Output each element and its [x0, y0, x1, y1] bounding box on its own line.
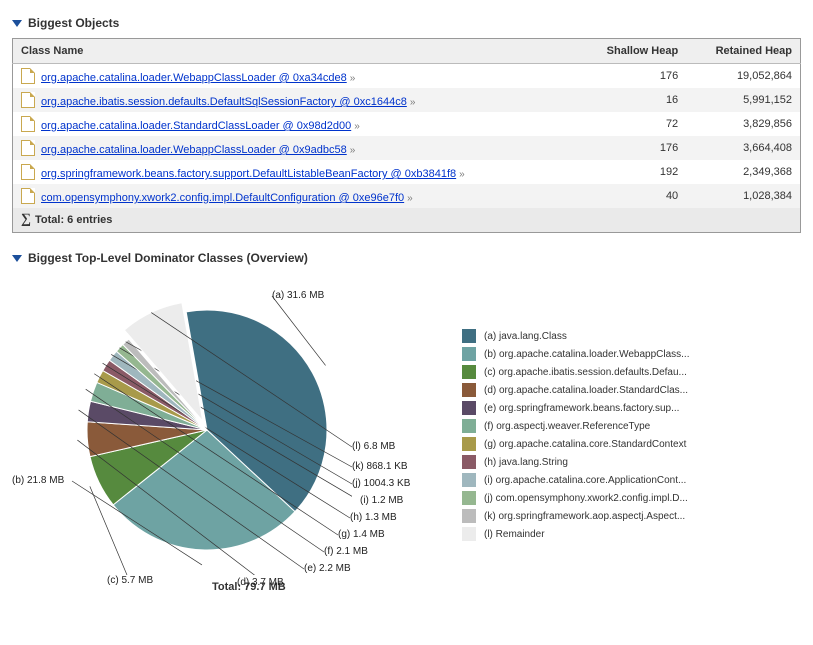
slice-label-b: (b) 21.8 MB	[12, 475, 64, 486]
pie-chart	[62, 285, 352, 575]
table-row: org.apache.catalina.loader.WebappClassLo…	[13, 136, 801, 160]
retained-heap-cell: 19,052,864	[686, 64, 800, 89]
legend-swatch	[462, 455, 476, 469]
expand-icon[interactable]: »	[407, 193, 413, 204]
legend-label: (l) Remainder	[484, 529, 545, 540]
expand-icon[interactable]: »	[354, 121, 360, 132]
shallow-heap-cell: 72	[579, 112, 687, 136]
class-link[interactable]: com.opensymphony.xwork2.config.impl.Defa…	[41, 192, 404, 204]
legend-item[interactable]: (l) Remainder	[462, 527, 690, 541]
legend-label: (h) java.lang.String	[484, 457, 568, 468]
col-shallow-heap[interactable]: Shallow Heap	[579, 39, 687, 64]
class-link[interactable]: org.springframework.beans.factory.suppor…	[41, 168, 456, 180]
file-icon	[21, 116, 35, 132]
legend-label: (e) org.springframework.beans.factory.su…	[484, 403, 679, 414]
retained-heap-cell: 5,991,152	[686, 88, 800, 112]
legend-item[interactable]: (g) org.apache.catalina.core.StandardCon…	[462, 437, 690, 451]
slice-label-h: (h) 1.3 MB	[350, 512, 397, 523]
legend-label: (b) org.apache.catalina.loader.WebappCla…	[484, 349, 690, 360]
legend-swatch	[462, 401, 476, 415]
legend-swatch	[462, 329, 476, 343]
legend-item[interactable]: (d) org.apache.catalina.loader.StandardC…	[462, 383, 690, 397]
legend-item[interactable]: (h) java.lang.String	[462, 455, 690, 469]
legend-swatch	[462, 509, 476, 523]
table-row: com.opensymphony.xwork2.config.impl.Defa…	[13, 184, 801, 208]
legend-label: (f) org.aspectj.weaver.ReferenceType	[484, 421, 650, 432]
file-icon	[21, 140, 35, 156]
legend-swatch	[462, 527, 476, 541]
expand-icon[interactable]: »	[350, 145, 356, 156]
file-icon	[21, 68, 35, 84]
shallow-heap-cell: 16	[579, 88, 687, 112]
disclosure-icon	[12, 255, 22, 262]
expand-icon[interactable]: »	[410, 97, 416, 108]
legend-label: (k) org.springframework.aop.aspectj.Aspe…	[484, 511, 685, 522]
expand-icon[interactable]: »	[350, 73, 356, 84]
legend-label: (d) org.apache.catalina.loader.StandardC…	[484, 385, 688, 396]
class-link[interactable]: org.apache.catalina.loader.WebappClassLo…	[41, 144, 347, 156]
col-retained-heap[interactable]: Retained Heap	[686, 39, 800, 64]
legend-swatch	[462, 365, 476, 379]
file-icon	[21, 92, 35, 108]
legend-item[interactable]: (j) com.opensymphony.xwork2.config.impl.…	[462, 491, 690, 505]
legend-swatch	[462, 491, 476, 505]
table-row: org.apache.catalina.loader.WebappClassLo…	[13, 64, 801, 89]
slice-label-j: (j) 1004.3 KB	[352, 478, 410, 489]
retained-heap-cell: 3,829,856	[686, 112, 800, 136]
col-class-name[interactable]: Class Name	[13, 39, 579, 64]
disclosure-icon	[12, 20, 22, 27]
legend-swatch	[462, 473, 476, 487]
file-icon	[21, 164, 35, 180]
legend-item[interactable]: (f) org.aspectj.weaver.ReferenceType	[462, 419, 690, 433]
legend-swatch	[462, 347, 476, 361]
legend-item[interactable]: (k) org.springframework.aop.aspectj.Aspe…	[462, 509, 690, 523]
shallow-heap-cell: 192	[579, 160, 687, 184]
section-title: Biggest Objects	[28, 16, 119, 30]
retained-heap-cell: 2,349,368	[686, 160, 800, 184]
legend-label: (j) com.opensymphony.xwork2.config.impl.…	[484, 493, 688, 504]
shallow-heap-cell: 40	[579, 184, 687, 208]
legend-swatch	[462, 419, 476, 433]
table-total: ∑Total: 6 entries	[13, 208, 801, 233]
legend-label: (i) org.apache.catalina.core.Application…	[484, 475, 686, 486]
slice-label-d: (d) 3.7 MB	[237, 577, 284, 588]
expand-icon[interactable]: »	[459, 169, 465, 180]
table-row: org.apache.catalina.loader.StandardClass…	[13, 112, 801, 136]
slice-label-k: (k) 868.1 KB	[352, 461, 408, 472]
legend-item[interactable]: (i) org.apache.catalina.core.Application…	[462, 473, 690, 487]
retained-heap-cell: 3,664,408	[686, 136, 800, 160]
slice-label-l: (l) 6.8 MB	[352, 441, 395, 452]
section-title: Biggest Top-Level Dominator Classes (Ove…	[28, 251, 308, 265]
slice-label-a: (a) 31.6 MB	[272, 290, 324, 301]
legend-swatch	[462, 383, 476, 397]
slice-label-i: (i) 1.2 MB	[360, 495, 403, 506]
pie-chart-container: (a) 31.6 MB (b) 21.8 MB (c) 5.7 MB (d) 3.7 …	[12, 285, 432, 593]
legend-label: (c) org.apache.ibatis.session.defaults.D…	[484, 367, 687, 378]
legend-item[interactable]: (b) org.apache.catalina.loader.WebappCla…	[462, 347, 690, 361]
legend-item[interactable]: (e) org.springframework.beans.factory.su…	[462, 401, 690, 415]
legend-item[interactable]: (c) org.apache.ibatis.session.defaults.D…	[462, 365, 690, 379]
slice-label-g: (g) 1.4 MB	[338, 529, 385, 540]
table-row: org.springframework.beans.factory.suppor…	[13, 160, 801, 184]
class-link[interactable]: org.apache.catalina.loader.WebappClassLo…	[41, 72, 347, 84]
legend-item[interactable]: (a) java.lang.Class	[462, 329, 690, 343]
slice-label-f: (f) 2.1 MB	[324, 546, 368, 557]
legend-label: (g) org.apache.catalina.core.StandardCon…	[484, 439, 686, 450]
shallow-heap-cell: 176	[579, 136, 687, 160]
class-link[interactable]: org.apache.ibatis.session.defaults.Defau…	[41, 96, 407, 108]
biggest-objects-table: Class Name Shallow Heap Retained Heap or…	[12, 38, 801, 233]
slice-label-e: (e) 2.2 MB	[304, 563, 351, 574]
legend: (a) java.lang.Class (b) org.apache.catali…	[462, 325, 690, 545]
legend-label: (a) java.lang.Class	[484, 331, 567, 342]
class-link[interactable]: org.apache.catalina.loader.StandardClass…	[41, 120, 351, 132]
section-header-dominators[interactable]: Biggest Top-Level Dominator Classes (Ove…	[12, 251, 801, 265]
section-header-biggest-objects[interactable]: Biggest Objects	[12, 16, 801, 30]
table-row: org.apache.ibatis.session.defaults.Defau…	[13, 88, 801, 112]
retained-heap-cell: 1,028,384	[686, 184, 800, 208]
shallow-heap-cell: 176	[579, 64, 687, 89]
legend-swatch	[462, 437, 476, 451]
slice-label-c: (c) 5.7 MB	[107, 575, 153, 586]
file-icon	[21, 188, 35, 204]
